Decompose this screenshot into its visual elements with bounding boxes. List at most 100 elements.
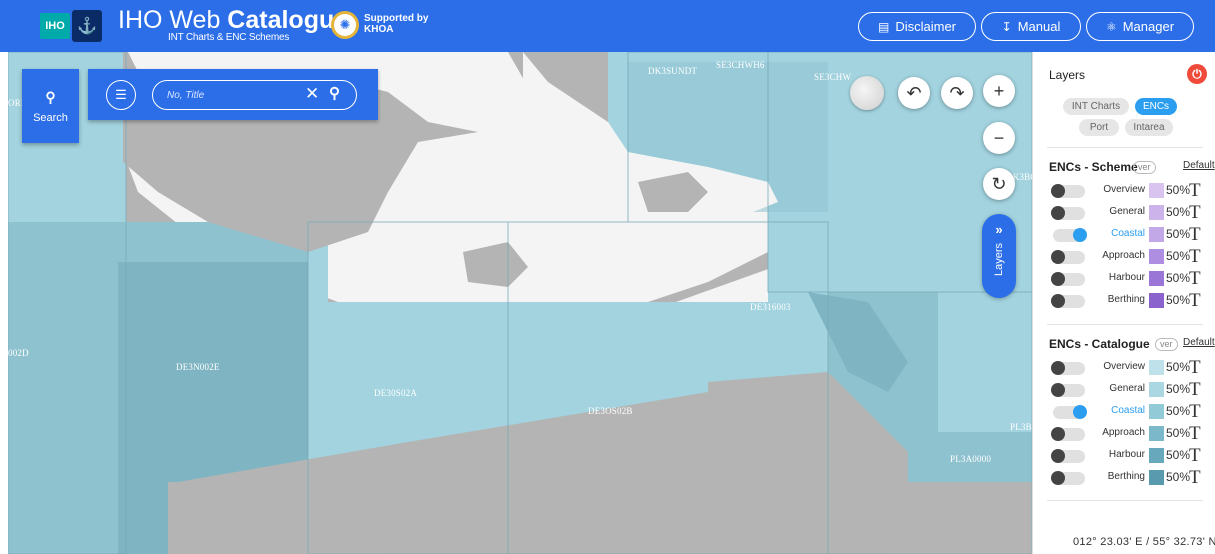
chart-map[interactable]: DK3SUNDT SE3CHWH6 SE3CHW DK3BC DE316003 …	[8, 52, 1032, 554]
catalogue-default-link[interactable]: Default	[1183, 337, 1215, 348]
opacity-value[interactable]: 50%	[1166, 205, 1190, 219]
layer-label: Coastal	[1111, 405, 1145, 416]
cell-label: DK3SUNDT	[648, 66, 698, 76]
divider	[1047, 324, 1203, 325]
divider	[1047, 147, 1203, 148]
scheme-title: ENCs - Scheme	[1049, 160, 1138, 174]
text-style-icon[interactable]: T	[1189, 224, 1201, 246]
color-swatch[interactable]	[1149, 293, 1164, 308]
toggle-knob	[1051, 272, 1065, 286]
opacity-value[interactable]: 50%	[1166, 293, 1190, 307]
power-icon[interactable]: ⏻	[1187, 64, 1207, 84]
opacity-value[interactable]: 50%	[1166, 360, 1190, 374]
layer-label: Approach	[1102, 250, 1145, 261]
undo-button[interactable]: ↶	[898, 77, 930, 109]
color-swatch[interactable]	[1149, 205, 1164, 220]
globe-icon[interactable]	[850, 76, 884, 110]
toggle-knob	[1051, 361, 1065, 375]
scheme-default-link[interactable]: Default	[1183, 160, 1215, 171]
text-style-icon[interactable]: T	[1189, 357, 1201, 379]
color-swatch[interactable]	[1149, 470, 1164, 485]
catalogue-layer-row: Coastal 50% T	[1049, 401, 1211, 423]
search-submit-icon[interactable]: ⚲	[329, 84, 340, 102]
layer-toggle[interactable]	[1051, 361, 1085, 375]
search-input[interactable]	[167, 87, 287, 103]
cell-label: DE3OS02B	[588, 406, 633, 416]
color-swatch[interactable]	[1149, 360, 1164, 375]
layers-tab-label: Layers	[993, 243, 1005, 277]
cursor-coordinates: 012° 23.03' E / 55° 32.73' N	[1073, 536, 1215, 548]
supported-by-label: Supported by	[364, 13, 429, 24]
app-title-bold: Catalogue	[227, 6, 349, 34]
toggle-knob	[1073, 405, 1087, 419]
redo-button[interactable]: ↷	[941, 77, 973, 109]
layers-toggle-tab[interactable]: » Layers	[982, 214, 1016, 298]
pill-port[interactable]: Port	[1079, 119, 1119, 136]
layer-toggle[interactable]	[1051, 184, 1085, 198]
text-style-icon[interactable]: T	[1189, 290, 1201, 312]
text-style-icon[interactable]: T	[1189, 401, 1201, 423]
color-swatch[interactable]	[1149, 249, 1164, 264]
list-button[interactable]: ☰	[106, 80, 136, 110]
color-swatch[interactable]	[1149, 183, 1164, 198]
color-swatch[interactable]	[1149, 426, 1164, 441]
opacity-value[interactable]: 50%	[1166, 249, 1190, 263]
layer-toggle[interactable]	[1053, 405, 1087, 419]
opacity-value[interactable]: 50%	[1166, 227, 1190, 241]
color-swatch[interactable]	[1149, 227, 1164, 242]
opacity-value[interactable]: 50%	[1166, 470, 1190, 484]
opacity-value[interactable]: 50%	[1166, 183, 1190, 197]
color-swatch[interactable]	[1149, 382, 1164, 397]
layer-toggle[interactable]	[1051, 272, 1085, 286]
pill-intarea[interactable]: Intarea	[1125, 119, 1173, 136]
zoom-in-button[interactable]: +	[983, 75, 1015, 107]
opacity-value[interactable]: 50%	[1166, 426, 1190, 440]
reset-rotation-button[interactable]: ↻	[983, 168, 1015, 200]
text-style-icon[interactable]: T	[1189, 268, 1201, 290]
scheme-ver-badge[interactable]: ver	[1133, 161, 1156, 174]
pill-encs[interactable]: ENCs	[1135, 98, 1177, 115]
zoom-out-button[interactable]: −	[983, 122, 1015, 154]
disclaimer-button[interactable]: ▤ Disclaimer	[858, 12, 976, 41]
search-tab[interactable]: ⚲ Search	[22, 69, 79, 143]
text-style-icon[interactable]: T	[1189, 202, 1201, 224]
scheme-layer-row: Harbour 50% T	[1049, 268, 1211, 290]
manager-button[interactable]: ⚛ Manager	[1086, 12, 1194, 41]
color-swatch[interactable]	[1149, 448, 1164, 463]
clear-icon[interactable]: ✕	[305, 84, 319, 104]
color-swatch[interactable]	[1149, 404, 1164, 419]
toggle-knob	[1051, 206, 1065, 220]
catalogue-ver-badge[interactable]: ver	[1155, 338, 1178, 351]
toggle-knob	[1051, 294, 1065, 308]
layer-toggle[interactable]	[1051, 294, 1085, 308]
manual-button[interactable]: ↧ Manual	[981, 12, 1081, 41]
text-style-icon[interactable]: T	[1189, 467, 1201, 489]
layer-toggle[interactable]	[1051, 471, 1085, 485]
cell-label: DE3N002E	[176, 362, 220, 372]
cell-label: SE3CHWH6	[716, 60, 765, 70]
text-style-icon[interactable]: T	[1189, 180, 1201, 202]
color-swatch[interactable]	[1149, 271, 1164, 286]
layer-toggle[interactable]	[1051, 250, 1085, 264]
layer-toggle[interactable]	[1053, 228, 1087, 242]
layer-toggle[interactable]	[1051, 383, 1085, 397]
text-style-icon[interactable]: T	[1189, 445, 1201, 467]
undo-icon: ↶	[906, 82, 922, 103]
catalogue-layer-row: Overview 50% T	[1049, 357, 1211, 379]
text-style-icon[interactable]: T	[1189, 379, 1201, 401]
text-style-icon[interactable]: T	[1189, 423, 1201, 445]
opacity-value[interactable]: 50%	[1166, 404, 1190, 418]
opacity-value[interactable]: 50%	[1166, 271, 1190, 285]
panel-title: Layers	[1049, 68, 1086, 82]
iho-logo: IHO	[40, 13, 70, 39]
layer-toggle[interactable]	[1051, 427, 1085, 441]
layer-toggle[interactable]	[1051, 206, 1085, 220]
layer-toggle[interactable]	[1051, 449, 1085, 463]
rotate-icon: ↻	[991, 173, 1007, 194]
text-style-icon[interactable]: T	[1189, 246, 1201, 268]
opacity-value[interactable]: 50%	[1166, 448, 1190, 462]
minus-icon: −	[993, 127, 1005, 148]
layer-label: Harbour	[1108, 449, 1145, 460]
pill-int-charts[interactable]: INT Charts	[1063, 98, 1129, 115]
opacity-value[interactable]: 50%	[1166, 382, 1190, 396]
